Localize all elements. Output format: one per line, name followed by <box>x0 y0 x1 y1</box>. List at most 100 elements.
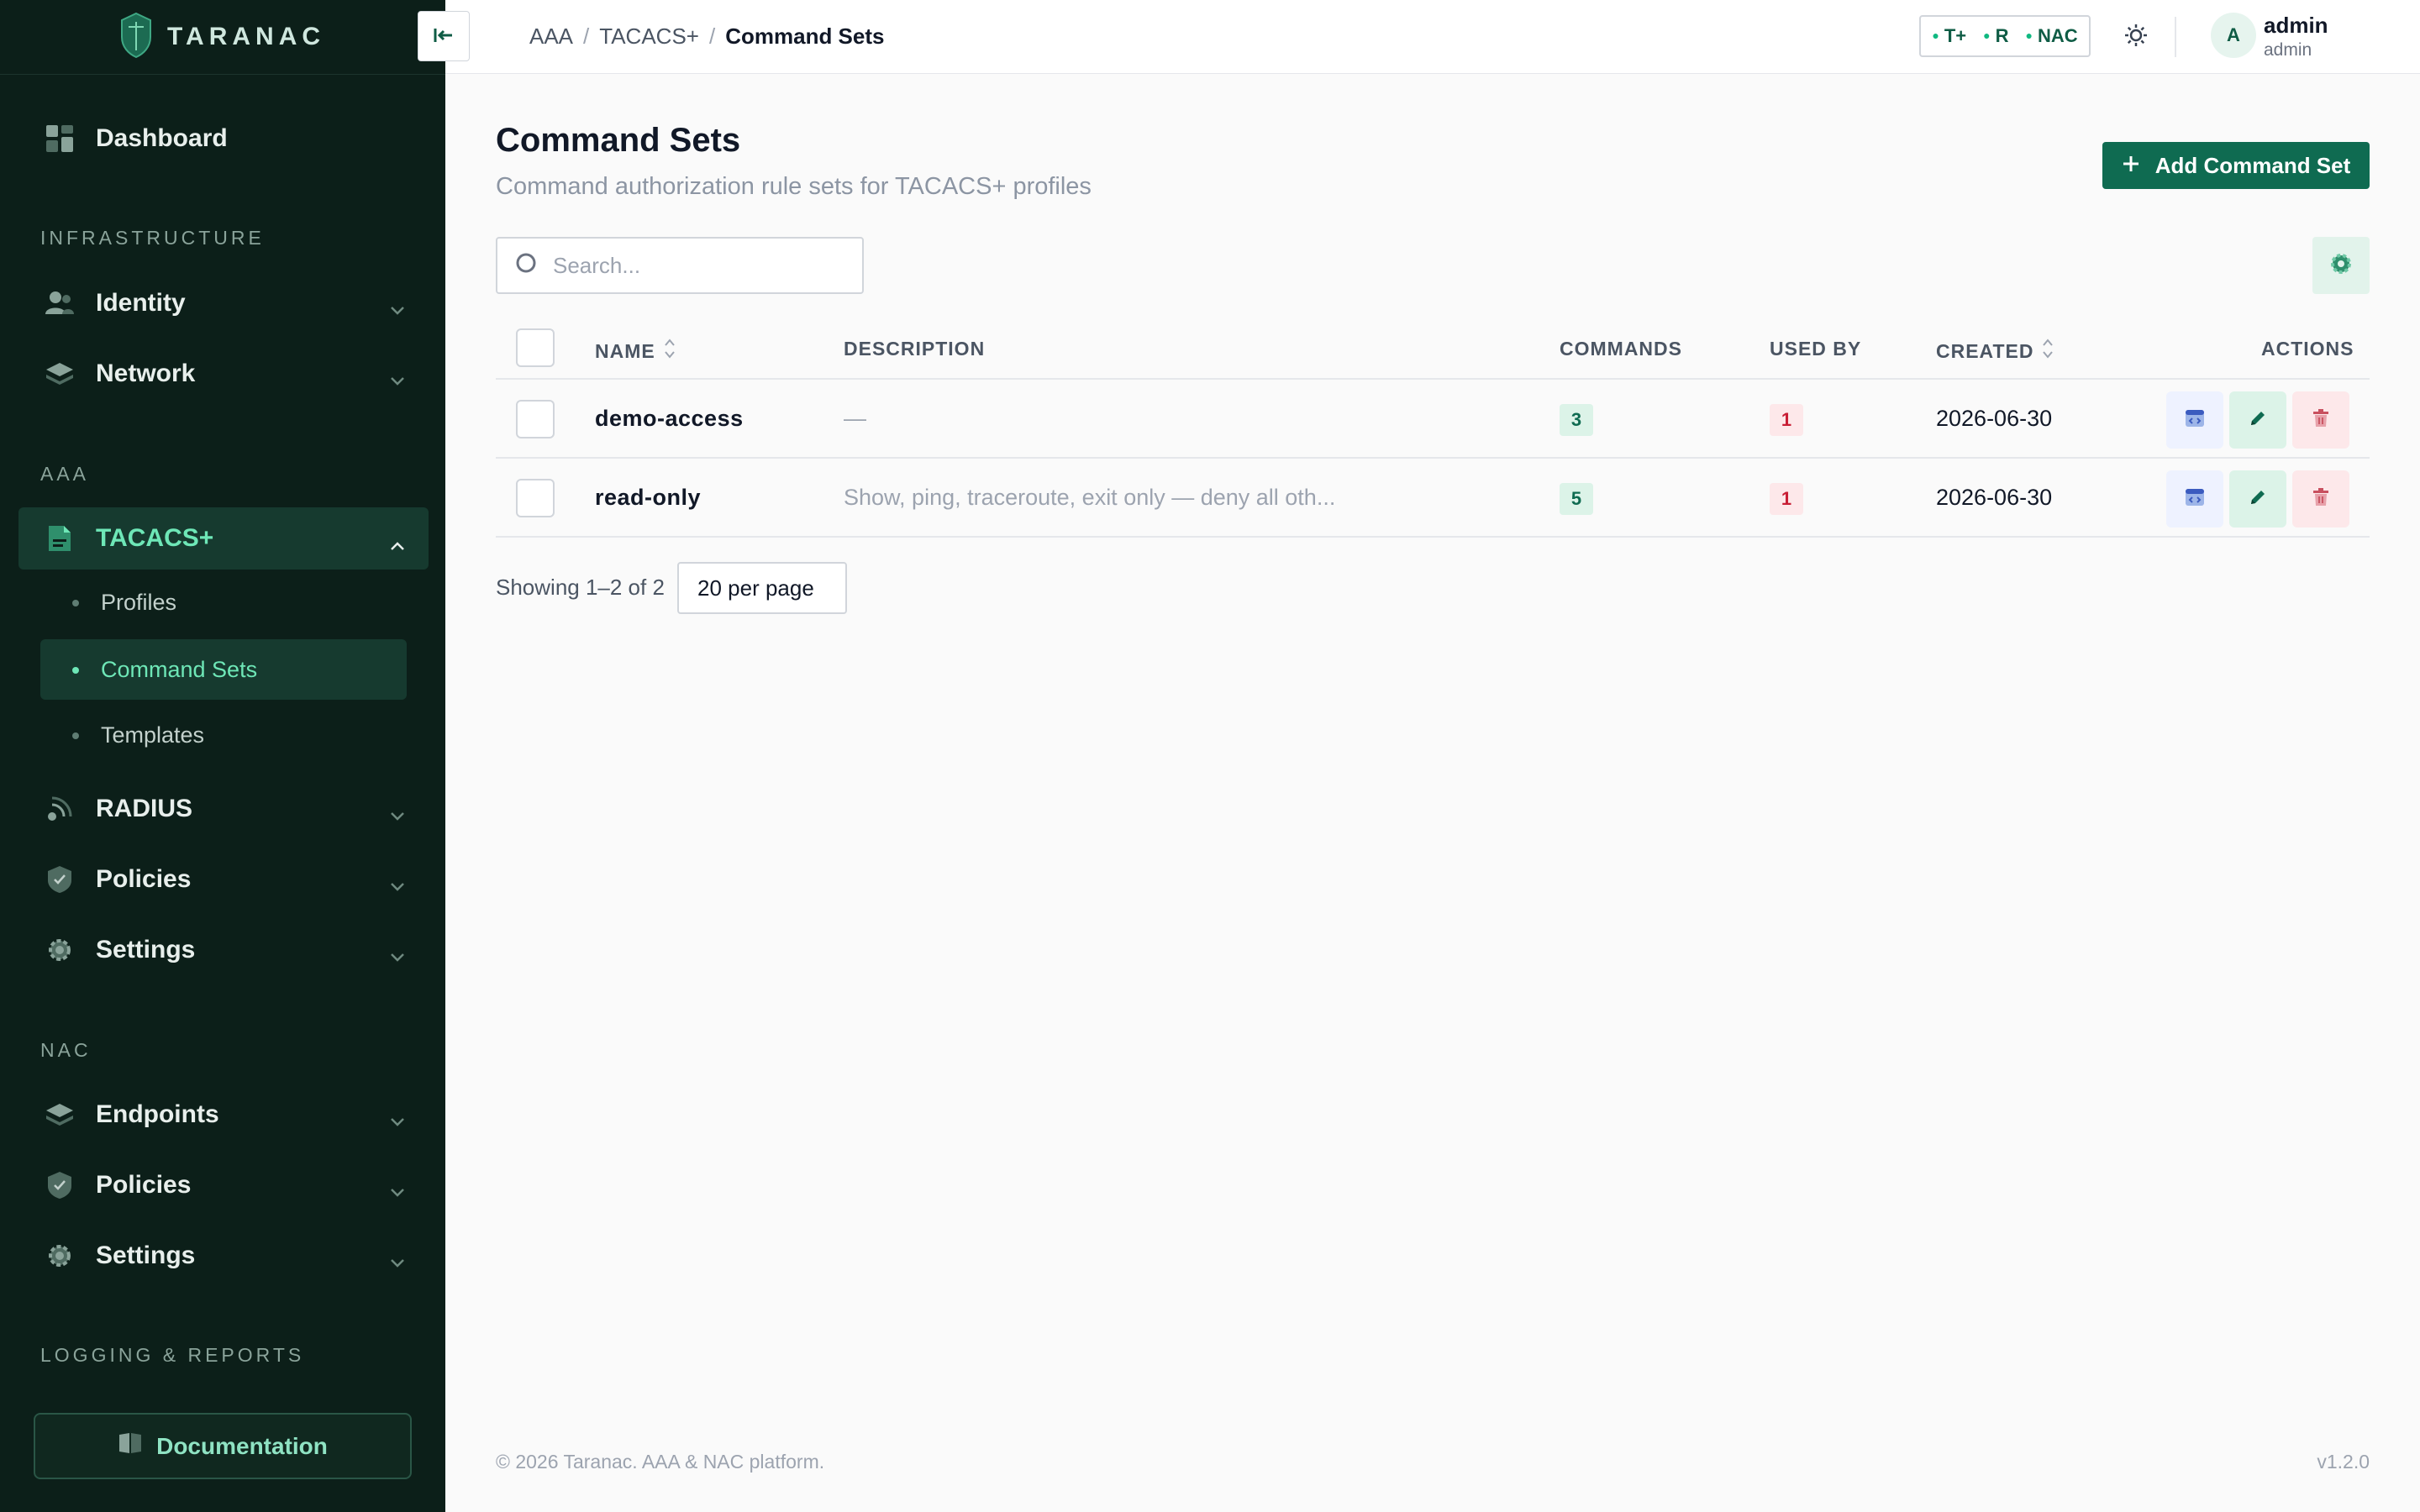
book-icon <box>118 1431 143 1461</box>
per-page-select[interactable]: 20 per page <box>677 562 847 614</box>
bullet-dot-icon <box>72 600 79 606</box>
sidebar-subitem-profiles[interactable]: Profiles <box>40 572 407 633</box>
radius-signal-icon <box>45 795 74 823</box>
delete-button[interactable] <box>2292 391 2349 449</box>
sun-icon <box>2123 23 2149 52</box>
brand[interactable]: TARANAC <box>0 0 445 75</box>
row-name[interactable]: read-only <box>595 485 701 511</box>
sidebar-item-tacacs[interactable]: TACACS+ <box>18 507 429 570</box>
breadcrumb-separator: / <box>708 24 716 49</box>
theme-toggle-button[interactable] <box>2118 18 2154 55</box>
column-header-description: DESCRIPTION <box>844 338 986 360</box>
collapse-sidebar-button[interactable] <box>418 11 470 61</box>
table-row[interactable]: read-only Show, ping, traceroute, exit o… <box>496 459 2370 538</box>
row-checkbox[interactable] <box>516 479 555 517</box>
sidebar-item-endpoints[interactable]: Endpoints <box>18 1084 429 1146</box>
sidebar-item-label: Network <box>96 360 196 387</box>
row-created-date: 2026-06-30 <box>1936 406 2053 431</box>
delete-button[interactable] <box>2292 470 2349 528</box>
chevron-down-icon <box>390 294 405 323</box>
page-title: Command Sets <box>496 122 741 159</box>
sidebar-item-aaa-settings[interactable]: Settings <box>18 919 429 981</box>
sidebar-item-nac-settings[interactable]: Settings <box>18 1225 429 1287</box>
column-header-label: NAME <box>595 339 655 362</box>
gear-icon <box>45 936 74 964</box>
used-by-count-badge: 1 <box>1770 404 1803 436</box>
view-button[interactable] <box>2166 470 2223 528</box>
service-status-indicator[interactable]: T+ R NAC <box>1919 15 2091 57</box>
pagination-summary: Showing 1–2 of 2 <box>496 575 665 600</box>
status-tacacs: T+ <box>1932 25 1966 47</box>
sidebar-item-network[interactable]: Network <box>18 343 429 405</box>
chevron-down-icon <box>390 800 405 828</box>
sidebar-item-label: Settings <box>96 1242 196 1269</box>
collapse-left-icon <box>434 24 454 50</box>
footer-version: v1.2.0 <box>2317 1451 2370 1473</box>
sidebar-item-label: Dashboard <box>96 124 228 152</box>
top-bar: AAA / TACACS+ / Command Sets T+ R NAC A … <box>445 0 2420 74</box>
sidebar: TARANAC Dashboard INFRASTRUCTURE Identit… <box>0 0 445 1512</box>
status-radius: R <box>1983 25 2009 47</box>
sidebar-subitem-templates[interactable]: Templates <box>40 705 407 765</box>
page-subtitle: Command authorization rule sets for TACA… <box>496 173 1092 200</box>
documentation-button[interactable]: Documentation <box>34 1413 412 1479</box>
breadcrumb: AAA / TACACS+ / Command Sets <box>529 24 884 50</box>
breadcrumb-aaa[interactable]: AAA <box>529 24 573 50</box>
search-field[interactable] <box>496 237 864 294</box>
view-window-icon <box>2185 409 2205 432</box>
user-role: admin <box>2264 40 2312 60</box>
commands-count-badge: 5 <box>1560 483 1593 515</box>
shield-check-icon <box>45 1171 74 1200</box>
sort-icon <box>2042 338 2054 365</box>
chevron-down-icon <box>390 1247 405 1275</box>
sidebar-item-aaa-policies[interactable]: Policies <box>18 848 429 911</box>
table-row[interactable]: demo-access — 3 1 2026-06-30 <box>496 380 2370 459</box>
sidebar-item-radius[interactable]: RADIUS <box>18 778 429 840</box>
sidebar-item-label: TACACS+ <box>96 524 214 552</box>
sidebar-item-label: Settings <box>96 936 196 963</box>
brand-name: TARANAC <box>166 23 326 50</box>
sidebar-item-label: Endpoints <box>96 1100 219 1128</box>
trash-icon <box>2312 408 2329 432</box>
user-name[interactable]: admin <box>2264 13 2328 39</box>
add-command-set-label: Add Command Set <box>2154 152 2351 178</box>
column-header-created[interactable]: CREATED <box>1936 338 2054 365</box>
row-description: — <box>844 406 866 431</box>
sidebar-item-dashboard[interactable]: Dashboard <box>18 108 429 170</box>
trash-icon <box>2312 487 2329 511</box>
bullet-dot-icon <box>72 667 79 674</box>
row-checkbox[interactable] <box>516 400 555 438</box>
section-label-logging: LOGGING & REPORTS <box>40 1344 305 1366</box>
select-all-checkbox[interactable] <box>516 328 555 367</box>
divider <box>2175 17 2176 57</box>
view-button[interactable] <box>2166 391 2223 449</box>
dashboard-grid-icon <box>45 124 74 153</box>
chevron-down-icon <box>390 1105 405 1134</box>
row-name[interactable]: demo-access <box>595 406 744 432</box>
column-header-actions: ACTIONS <box>2261 338 2354 360</box>
commands-count-badge: 3 <box>1560 404 1593 436</box>
used-by-count-badge: 1 <box>1770 483 1803 515</box>
sidebar-item-label: RADIUS <box>96 795 193 822</box>
bullet-dot-icon <box>72 732 79 739</box>
add-command-set-button[interactable]: Add Command Set <box>2102 142 2370 189</box>
edit-button[interactable] <box>2229 470 2286 528</box>
breadcrumb-current: Command Sets <box>725 24 885 49</box>
search-input[interactable] <box>553 252 855 279</box>
sidebar-subitem-command-sets[interactable]: Command Sets <box>40 639 407 700</box>
avatar[interactable]: A <box>2211 13 2256 58</box>
sort-icon <box>664 338 676 365</box>
edit-button[interactable] <box>2229 391 2286 449</box>
sidebar-item-nac-policies[interactable]: Policies <box>18 1154 429 1216</box>
chevron-down-icon <box>390 365 405 393</box>
gear-icon <box>45 1242 74 1270</box>
column-header-commands: COMMANDS <box>1560 338 1682 360</box>
breadcrumb-tacacs[interactable]: TACACS+ <box>599 24 699 50</box>
column-header-name[interactable]: NAME <box>595 338 676 365</box>
layers-icon <box>45 1100 74 1129</box>
sidebar-item-identity[interactable]: Identity <box>18 272 429 334</box>
view-window-icon <box>2185 488 2205 511</box>
row-description: Show, ping, traceroute, exit only — deny… <box>844 485 1336 510</box>
table-settings-button[interactable] <box>2312 237 2370 294</box>
sidebar-item-label: Policies <box>96 865 192 893</box>
